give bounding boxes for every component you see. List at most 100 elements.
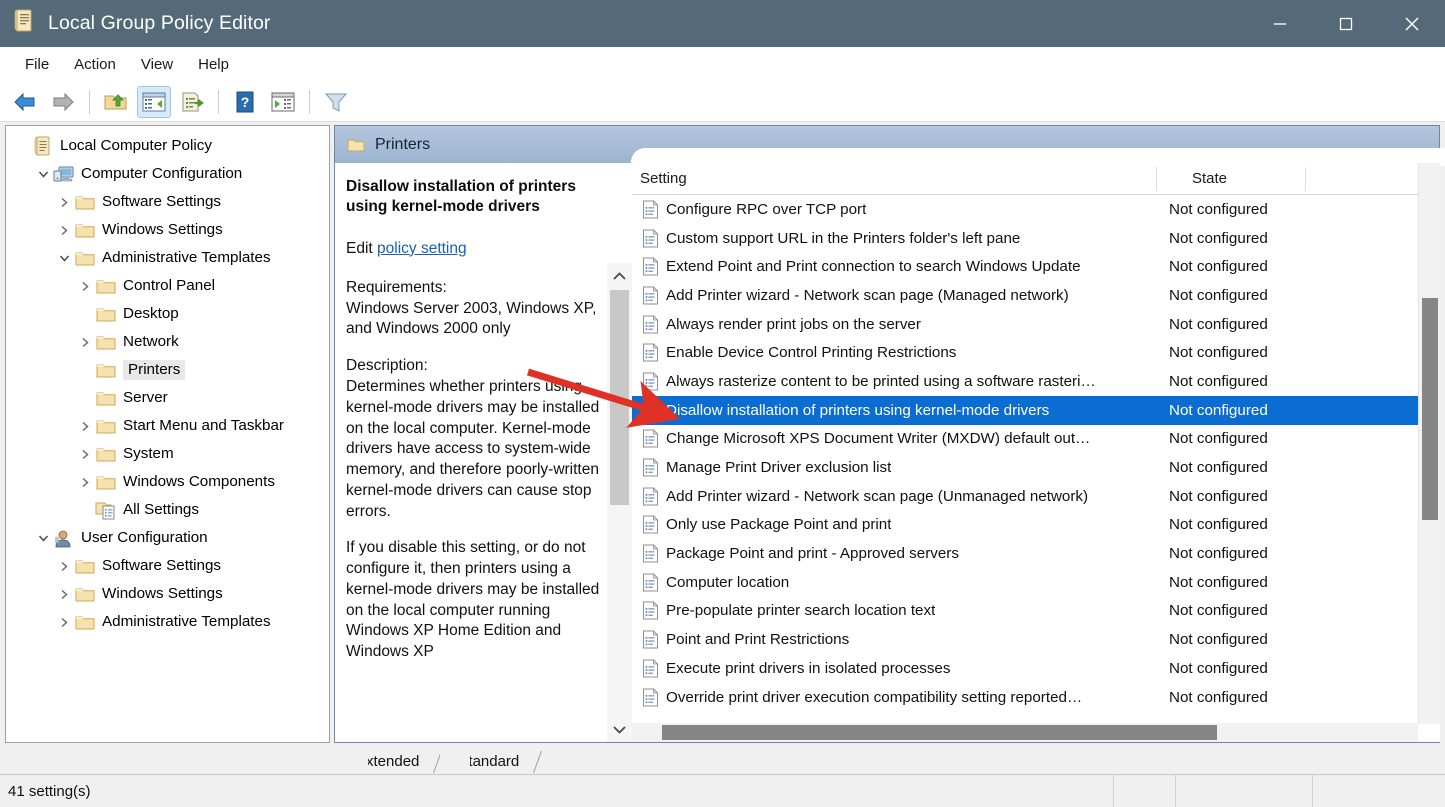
close-button[interactable] (1379, 0, 1445, 47)
requirements-label: Requirements: (346, 278, 447, 296)
tree-node-software-settings[interactable]: Software Settings (6, 188, 329, 216)
tree-node-system[interactable]: System (6, 440, 329, 468)
show-hide-console-tree-icon[interactable] (137, 85, 171, 118)
column-divider-2[interactable] (1305, 167, 1306, 191)
table-row[interactable]: Execute print drivers in isolated proces… (632, 654, 1440, 683)
show-action-pane-icon[interactable] (266, 86, 300, 118)
tree-node-printers[interactable]: Printers (6, 356, 329, 384)
help-icon[interactable]: ? (228, 86, 262, 118)
chevron-down-icon[interactable] (33, 534, 53, 543)
table-row[interactable]: Package Point and print - Approved serve… (632, 539, 1440, 568)
table-row[interactable]: Change Microsoft XPS Document Writer (MX… (632, 425, 1440, 454)
setting-icon (638, 372, 662, 391)
table-row[interactable]: Configure RPC over TCP port Not configure… (632, 195, 1440, 224)
description-scroll-thumb[interactable] (610, 290, 629, 505)
table-row[interactable]: Add Printer wizard - Network scan page (… (632, 482, 1440, 511)
tree-node-server[interactable]: Server (6, 384, 329, 412)
chevron-down-icon[interactable] (33, 170, 53, 179)
tree-node-local-computer-policy[interactable]: Local Computer Policy (6, 132, 329, 160)
status-divider-1 (1113, 775, 1114, 807)
console-pane: Printers Disallow installation of printe… (334, 125, 1445, 743)
table-row[interactable]: Point and Print Restrictions Not configur… (632, 625, 1440, 654)
setting-name: Enable Device Control Printing Restricti… (666, 344, 957, 362)
back-icon[interactable] (8, 86, 42, 118)
description-scrollbar[interactable] (607, 263, 632, 742)
table-row[interactable]: Manage Print Driver exclusion list Not co… (632, 453, 1440, 482)
chevron-right-icon[interactable] (75, 449, 95, 460)
menu-file[interactable]: File (14, 52, 60, 77)
tree-node-control-panel[interactable]: Control Panel (6, 272, 329, 300)
tree-node-windows-settings[interactable]: Windows Settings (6, 580, 329, 608)
table-row[interactable]: Always render print jobs on the server No… (632, 310, 1440, 339)
up-one-level-icon[interactable] (99, 86, 133, 118)
tree-node-start-menu-and-taskbar[interactable]: Start Menu and Taskbar (6, 412, 329, 440)
tree-node-user-configuration[interactable]: User Configuration (6, 524, 329, 552)
scroll-down-icon[interactable] (607, 716, 632, 742)
table-row[interactable]: Add Printer wizard - Network scan page (… (632, 281, 1440, 310)
scroll-up-icon[interactable] (607, 263, 632, 289)
setting-name: Only use Package Point and print (666, 516, 892, 534)
table-row[interactable]: Override print driver execution compatib… (632, 683, 1440, 712)
tree-node-all-settings[interactable]: All Settings (6, 496, 329, 524)
column-header-setting[interactable]: Setting (640, 163, 687, 194)
setting-icon (638, 544, 662, 563)
chevron-right-icon[interactable] (54, 561, 74, 572)
tab-extended[interactable]: Extended (338, 749, 436, 775)
forward-icon[interactable] (46, 86, 80, 118)
tree-node-windows-components[interactable]: Windows Components (6, 468, 329, 496)
tree-node-administrative-templates[interactable]: Administrative Templates (6, 608, 329, 636)
list-horizontal-scrollbar[interactable] (632, 723, 1418, 742)
setting-state: Not configured (1169, 545, 1268, 563)
export-list-icon[interactable] (175, 86, 209, 118)
chevron-right-icon[interactable] (54, 225, 74, 236)
tree-node-software-settings[interactable]: Software Settings (6, 552, 329, 580)
tree-node-label: Control Panel (123, 276, 216, 294)
list-vscroll-thumb[interactable] (1422, 298, 1438, 520)
folder-icon (95, 362, 117, 379)
table-row[interactable]: Disallow installation of printers using … (632, 395, 1440, 425)
setting-name: Custom support URL in the Printers folde… (666, 229, 1021, 247)
menu-help[interactable]: Help (187, 52, 240, 77)
column-header-state[interactable]: State (1192, 163, 1227, 194)
tree-node-windows-settings[interactable]: Windows Settings (6, 216, 329, 244)
chevron-down-icon[interactable] (54, 254, 74, 263)
chevron-right-icon[interactable] (75, 281, 95, 292)
chevron-right-icon[interactable] (54, 617, 74, 628)
chevron-right-icon[interactable] (75, 337, 95, 348)
tab-standard[interactable]: Standard (440, 749, 536, 775)
tree-node-administrative-templates[interactable]: Administrative Templates (6, 244, 329, 272)
tree-node-label: Server (123, 388, 168, 406)
setting-state: Not configured (1169, 459, 1268, 477)
table-row[interactable]: Only use Package Point and print Not conf… (632, 511, 1440, 540)
folder-icon (74, 558, 96, 575)
setting-state: Not configured (1169, 286, 1268, 304)
setting-name: Disallow installation of printers using … (666, 401, 1050, 419)
table-row[interactable]: Always rasterize content to be printed u… (632, 367, 1440, 396)
console-tree-pane[interactable]: Local Computer Policy Computer Configurat… (5, 125, 330, 743)
chevron-right-icon[interactable] (75, 477, 95, 488)
tree-node-network[interactable]: Network (6, 328, 329, 356)
table-row[interactable]: Pre-populate printer search location tex… (632, 597, 1440, 626)
chevron-right-icon[interactable] (54, 197, 74, 208)
filter-icon[interactable] (319, 86, 353, 118)
table-row[interactable]: Computer location Not configured (632, 568, 1440, 597)
minimize-button[interactable] (1247, 0, 1313, 47)
policy-setting-link[interactable]: policy setting (377, 240, 467, 257)
table-row[interactable]: Custom support URL in the Printers folde… (632, 224, 1440, 253)
table-row[interactable]: Extend Point and Print connection to sea… (632, 252, 1440, 281)
column-divider-1[interactable] (1156, 167, 1157, 191)
menu-action[interactable]: Action (63, 52, 127, 77)
table-row[interactable]: Enable Device Control Printing Restricti… (632, 338, 1440, 367)
menu-view[interactable]: View (130, 52, 184, 77)
setting-state: Not configured (1169, 516, 1268, 534)
setting-name: Override print driver execution compatib… (666, 688, 1083, 706)
chevron-right-icon[interactable] (75, 421, 95, 432)
tree-node-computer-configuration[interactable]: Computer Configuration (6, 160, 329, 188)
chevron-right-icon[interactable] (54, 589, 74, 600)
list-vertical-scrollbar[interactable] (1418, 163, 1440, 724)
maximize-button[interactable] (1313, 0, 1379, 47)
list-hscroll-thumb[interactable] (662, 725, 1217, 740)
setting-name: Computer location (666, 573, 790, 591)
requirements-text: Windows Server 2003, Windows XP, and Win… (346, 299, 597, 338)
tree-node-desktop[interactable]: Desktop (6, 300, 329, 328)
